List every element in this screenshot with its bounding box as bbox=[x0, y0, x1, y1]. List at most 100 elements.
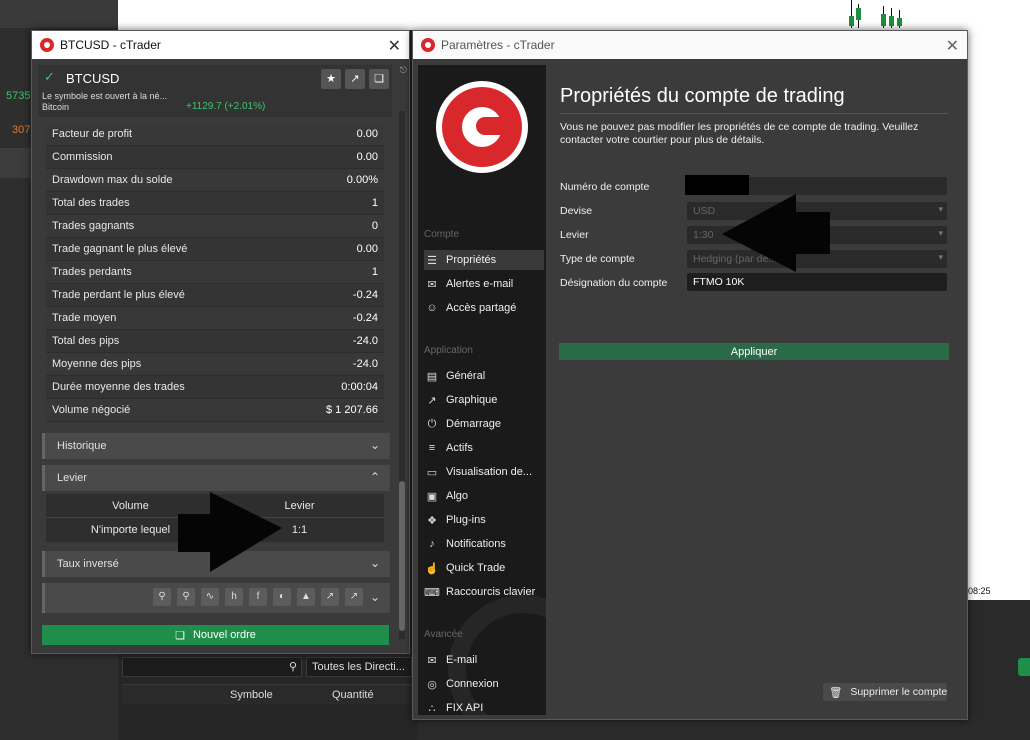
pin-icon[interactable]: ⎋ bbox=[400, 65, 407, 76]
column-header-volume: Volume bbox=[112, 499, 149, 512]
stat-row: Volume négocié $ 1 207.66 bbox=[46, 399, 384, 422]
designation-label: Désignation du compte bbox=[560, 277, 668, 289]
chart-line-icon[interactable]: ∿ bbox=[201, 588, 219, 606]
direction-filter-select[interactable]: Toutes les Directi... bbox=[306, 657, 412, 677]
close-icon[interactable]: ✕ bbox=[388, 36, 401, 56]
btc-titlebar[interactable]: BTCUSD - cTrader ✕ bbox=[32, 31, 409, 59]
group-application: Application bbox=[424, 345, 473, 356]
stat-row: Trade moyen -0.24 bbox=[46, 307, 384, 330]
sidebar-item-label: Accès partagé bbox=[446, 302, 517, 314]
close-icon[interactable]: ✕ bbox=[946, 36, 959, 56]
facebook-icon[interactable]: f bbox=[249, 588, 267, 606]
sidebar-item-e-mail[interactable]: ✉ E-mail bbox=[424, 650, 544, 670]
currency-value: USD bbox=[693, 205, 716, 217]
list-icon: ≡ bbox=[428, 442, 436, 454]
column-header-symbole[interactable]: Symbole bbox=[230, 689, 273, 701]
apply-button[interactable]: Appliquer bbox=[559, 343, 949, 360]
sidebar-item-graphique[interactable]: ↗ Graphique bbox=[424, 390, 544, 410]
delete-account-label: Supprimer le compte bbox=[850, 686, 948, 698]
new-order-button[interactable]: ❏ Nouvel ordre bbox=[42, 625, 389, 645]
sentiment-icon[interactable]: ◐ bbox=[273, 588, 291, 606]
sliders-icon: ☰ bbox=[427, 254, 437, 267]
green-button[interactable] bbox=[1018, 658, 1030, 676]
sidebar-item-algo[interactable]: ▣ Algo bbox=[424, 486, 544, 506]
sidebar-item-plug-ins[interactable]: ❖ Plug-ins bbox=[424, 510, 544, 530]
view-icon: ▭ bbox=[426, 466, 438, 479]
chevron-up-icon[interactable]: ⌃ bbox=[370, 470, 380, 484]
stat-row: Commission 0.00 bbox=[46, 146, 384, 169]
stat-label: Facteur de profit bbox=[52, 128, 133, 140]
add-user-icon: ☺ bbox=[426, 302, 438, 314]
designation-field[interactable]: FTMO 10K bbox=[687, 273, 947, 291]
sidebar-item-fix-api[interactable]: ∴ FIX API bbox=[424, 698, 544, 715]
levier-table: Volume Levier N'importe lequel 1:1 bbox=[46, 494, 384, 542]
sidebar-item-label: Démarrage bbox=[446, 418, 502, 430]
sidebar-item-acc-s-partag-[interactable]: ☺ Accès partagé bbox=[424, 298, 544, 318]
ctrader-logo-icon bbox=[421, 38, 435, 52]
stat-label: Trades perdants bbox=[52, 266, 132, 278]
zoom-in-icon[interactable]: ⚲ bbox=[177, 588, 195, 606]
chart-add-icon[interactable]: ↗ bbox=[345, 69, 365, 89]
stat-label: Drawdown max du solde bbox=[52, 174, 173, 186]
stat-row: Durée moyenne des trades 0:00:04 bbox=[46, 376, 384, 399]
sidebar-item-g-n-ral[interactable]: ▤ Général bbox=[424, 366, 544, 386]
sidebar-item-raccourcis-clavier[interactable]: ⌨ Raccourcis clavier bbox=[424, 582, 544, 602]
sidebar-item-label: E-mail bbox=[446, 654, 478, 666]
stat-row: Trade gagnant le plus élevé 0.00 bbox=[46, 238, 384, 261]
sidebar-item-notifications[interactable]: ♪ Notifications bbox=[424, 534, 544, 554]
background-bottom-right bbox=[968, 600, 1030, 740]
sidebar-item-label: Graphique bbox=[446, 394, 498, 406]
stat-value: -24.0 bbox=[352, 358, 378, 370]
stat-label: Total des pips bbox=[52, 335, 120, 347]
search-input[interactable]: ⚲ bbox=[122, 657, 302, 677]
levier-cell: 1:1 bbox=[291, 524, 308, 536]
chart-icon: ↗ bbox=[427, 394, 437, 407]
column-header-quantite[interactable]: Quantité bbox=[332, 689, 374, 701]
sidebar-item-actifs[interactable]: ≡ Actifs bbox=[424, 438, 544, 458]
stat-value: 1 bbox=[371, 266, 378, 278]
account-number-label: Numéro de compte bbox=[560, 181, 650, 193]
sidebar-item-visualisation-de-[interactable]: ▭ Visualisation de... bbox=[424, 462, 544, 482]
stat-value: 0.00% bbox=[346, 174, 378, 186]
chart-add-icon[interactable]: ↗ bbox=[345, 588, 363, 606]
settings-window: Paramètres - cTrader ✕ Compte ☰ Propriété… bbox=[412, 30, 968, 720]
zoom-out-icon[interactable]: ⚲ bbox=[153, 588, 171, 606]
new-order-icon[interactable]: ❏ bbox=[369, 69, 389, 89]
scrollbar-thumb[interactable] bbox=[399, 481, 405, 631]
sidebar-item-connexion[interactable]: ◎ Connexion bbox=[424, 674, 544, 694]
chevron-down-icon[interactable]: ⌄ bbox=[370, 556, 380, 570]
taux-inverse-section[interactable]: Taux inversé ⌄ bbox=[42, 551, 390, 577]
stat-value: 0.00 bbox=[356, 243, 378, 255]
layout-icon: ▤ bbox=[426, 370, 438, 383]
account-type-select: Hedging (par dé... ▾ bbox=[687, 250, 947, 268]
price-change: +1129.7 (+2.01%) bbox=[186, 101, 266, 112]
power-icon: ⏻ bbox=[427, 417, 437, 430]
stat-row: Total des pips -24.0 bbox=[46, 330, 384, 353]
sidebar-item-propri-t-s[interactable]: ☰ Propriétés bbox=[424, 250, 544, 270]
external-link-icon[interactable]: ↗ bbox=[321, 588, 339, 606]
sidebar-item-d-marrage[interactable]: ⏻ Démarrage bbox=[424, 414, 544, 434]
left-value-1: 5735 bbox=[6, 90, 31, 102]
background-chart-top bbox=[118, 0, 1030, 30]
historique-section[interactable]: Historique ⌄ bbox=[42, 433, 390, 459]
star-icon[interactable]: ★ bbox=[321, 69, 341, 89]
chart-time-axis: 08:25 bbox=[968, 584, 1030, 600]
levier-section[interactable]: Levier ⌃ bbox=[42, 465, 390, 491]
settings-titlebar[interactable]: Paramètres - cTrader ✕ bbox=[413, 31, 967, 59]
stat-row: Facteur de profit 0.00 bbox=[46, 123, 384, 146]
delete-account-button[interactable]: 🗑 Supprimer le compte bbox=[823, 683, 947, 701]
shapes-icon[interactable]: ▲ bbox=[297, 588, 315, 606]
search-icon[interactable]: ⚲ bbox=[289, 660, 297, 673]
symbol-header: ✓ BTCUSD Le symbole est ouvert à la né..… bbox=[38, 65, 392, 117]
leverage-value: 1:30 bbox=[693, 229, 714, 241]
group-avancee: Avancée bbox=[424, 629, 463, 640]
chevron-down-icon[interactable]: ⌄ bbox=[370, 590, 380, 604]
sidebar-item-alertes-e-mail[interactable]: ✉ Alertes e-mail bbox=[424, 274, 544, 294]
chevron-down-icon[interactable]: ⌄ bbox=[370, 438, 380, 452]
timeframe-icon[interactable]: h bbox=[225, 588, 243, 606]
scrollbar[interactable] bbox=[399, 111, 405, 639]
sidebar-item-quick-trade[interactable]: ☝ Quick Trade bbox=[424, 558, 544, 578]
envelope-icon: ✉ bbox=[427, 654, 437, 667]
statistics-list: Facteur de profit 0.00 Commission 0.00 Drawd… bbox=[46, 123, 384, 422]
stat-label: Total des trades bbox=[52, 197, 130, 209]
